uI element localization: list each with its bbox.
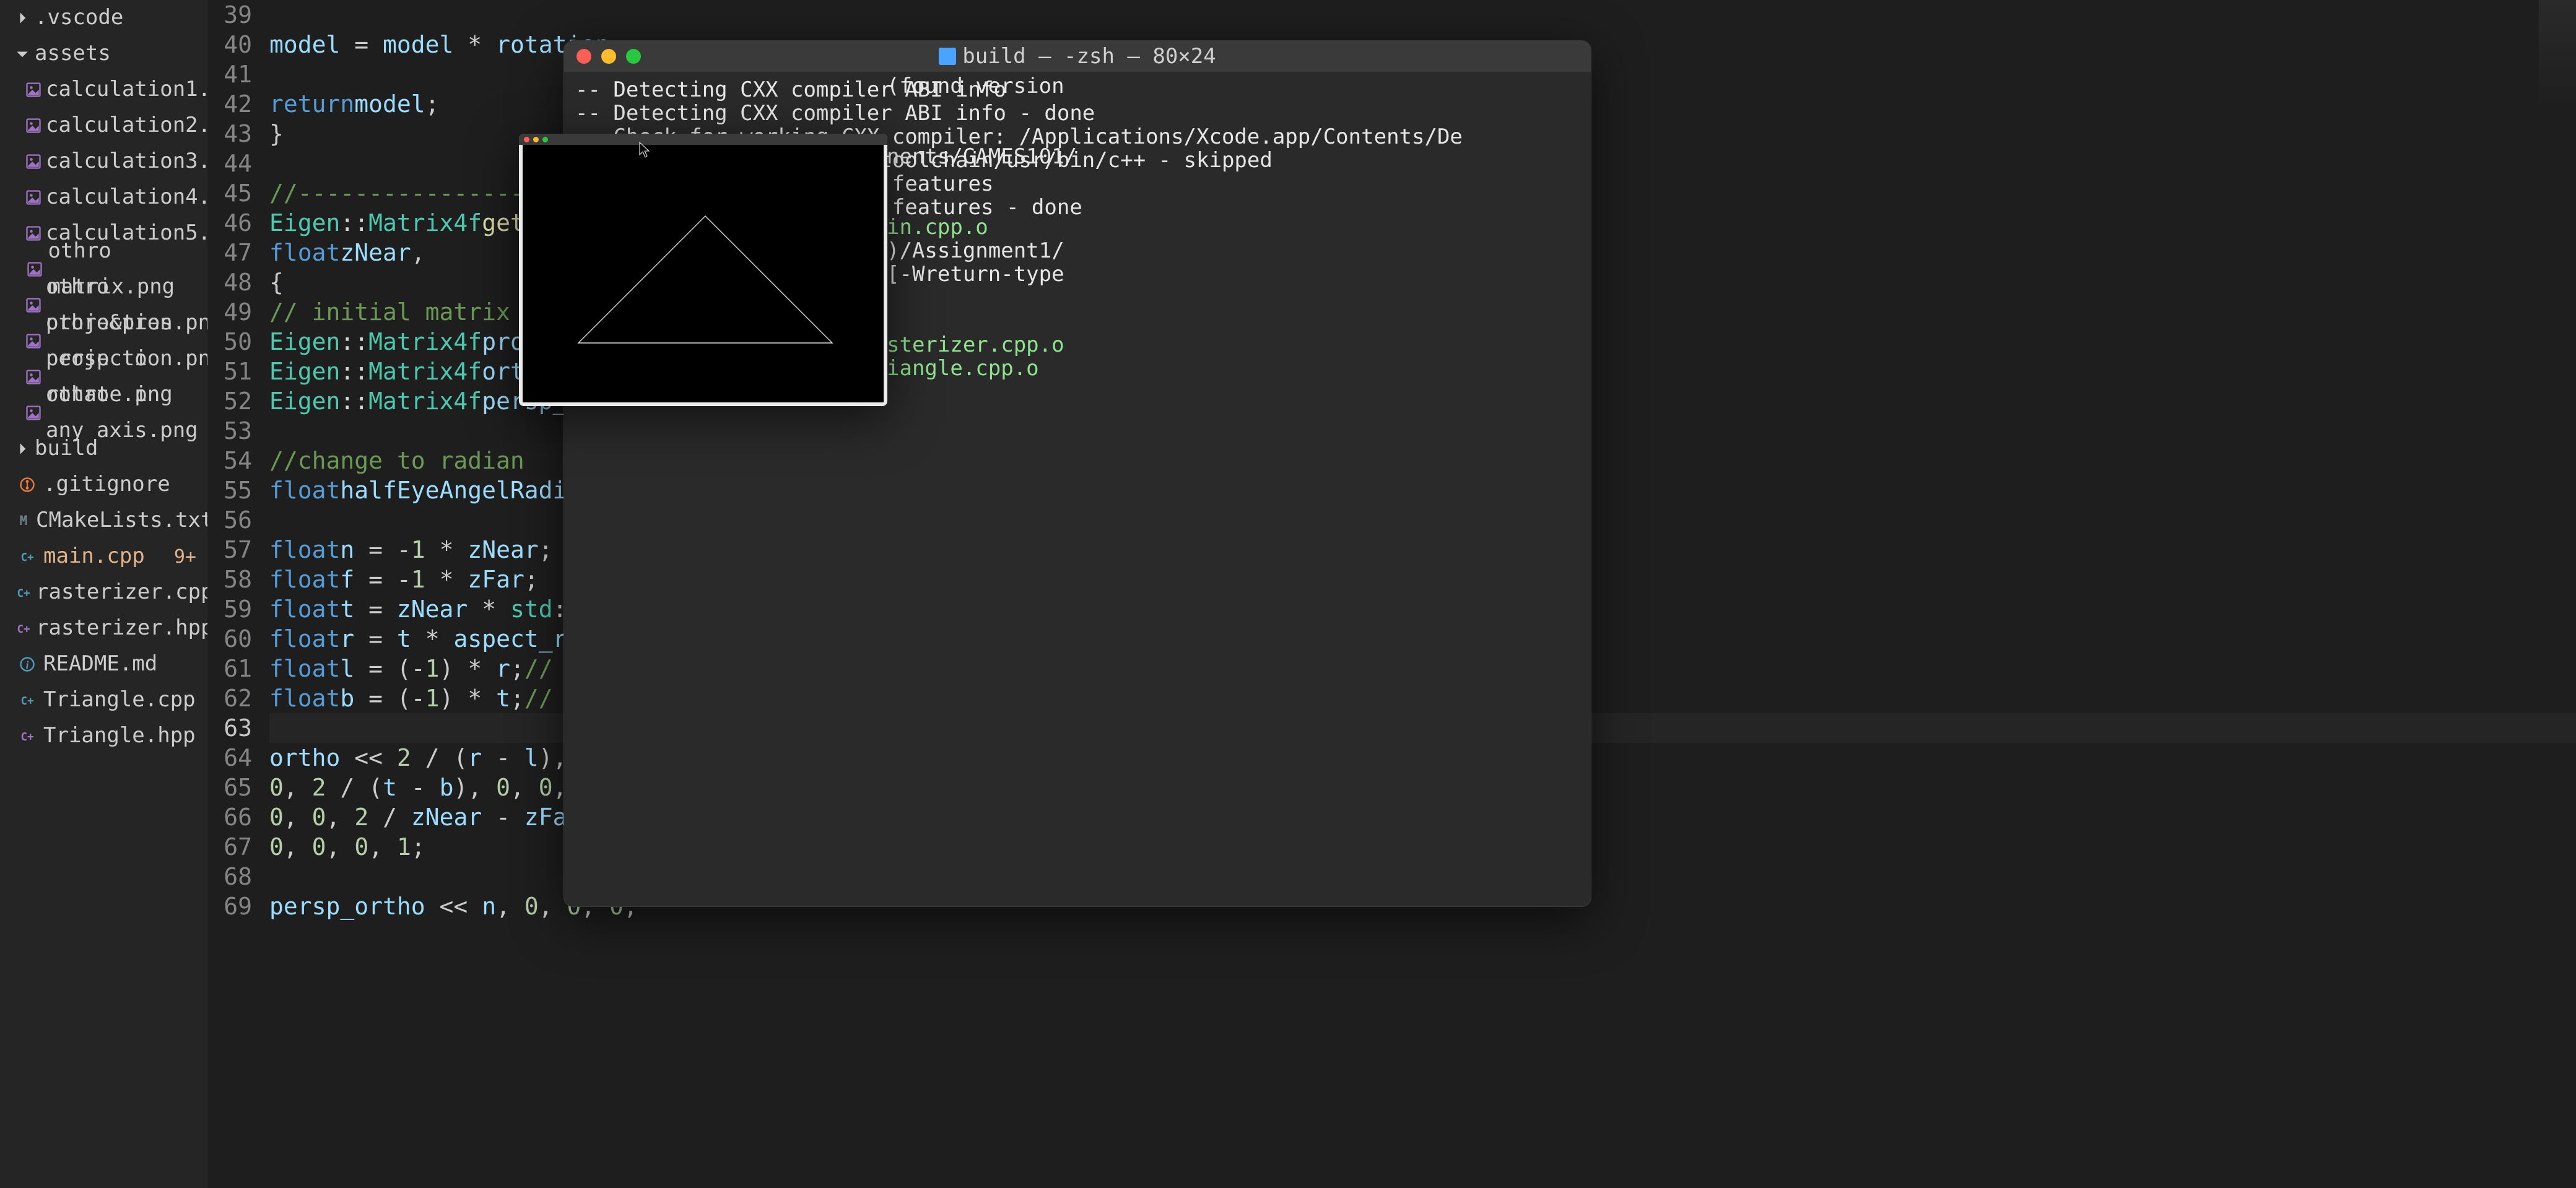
zoom-icon[interactable] <box>626 49 641 64</box>
git-icon <box>15 476 40 493</box>
file-item[interactable]: calculation3.png <box>0 144 207 180</box>
hpp-icon: C+ <box>15 727 40 745</box>
chevron-down-icon <box>10 45 35 63</box>
svg-text:C+: C+ <box>17 587 30 600</box>
image-icon <box>25 368 42 386</box>
terminal-title-text: build — -zsh — 80×24 <box>962 44 1216 69</box>
image-icon <box>25 81 42 98</box>
image-icon <box>25 225 42 242</box>
image-icon <box>25 404 42 422</box>
problems-badge: 9+ <box>174 541 196 573</box>
window-controls <box>577 49 641 64</box>
file-label: CMakeLists.txt <box>36 503 214 539</box>
window-controls <box>524 137 548 142</box>
file-item[interactable]: calculation2.png <box>0 108 207 144</box>
folder-build[interactable]: build <box>0 431 207 467</box>
file-label: rasterizer.cpp <box>36 574 214 610</box>
image-icon <box>25 117 42 134</box>
svg-text:C+: C+ <box>20 731 33 744</box>
file-label: .gitignore <box>43 467 170 503</box>
folder-assets[interactable]: assets <box>0 36 207 72</box>
svg-text:C+: C+ <box>17 623 30 636</box>
render-titlebar[interactable] <box>519 134 887 145</box>
minimap[interactable] <box>2539 0 2576 111</box>
image-icon <box>25 261 44 278</box>
svg-text:i: i <box>26 659 29 671</box>
svg-text:C+: C+ <box>20 552 33 564</box>
folder-label: build <box>35 431 98 467</box>
file-item[interactable]: calculation1.png <box>0 72 207 108</box>
file-item[interactable]: C+ Triangle.hpp <box>0 718 207 754</box>
file-item[interactable]: i README.md <box>0 646 207 682</box>
render-window[interactable] <box>519 134 887 406</box>
minimize-icon[interactable] <box>533 137 539 142</box>
chevron-right-icon <box>10 440 35 457</box>
file-label: Triangle.hpp <box>43 718 196 754</box>
terminal-title: build — -zsh — 80×24 <box>939 44 1216 69</box>
cpp-icon: C+ <box>15 548 40 565</box>
file-explorer: .vscode assets calculation1.png calculat… <box>0 0 207 1188</box>
file-label: main.cpp <box>43 539 145 574</box>
image-icon <box>25 332 42 350</box>
makefile-icon: M <box>15 512 32 529</box>
file-item[interactable]: C+ rasterizer.hpp <box>0 610 207 646</box>
image-icon <box>25 153 42 170</box>
svg-text:C+: C+ <box>20 695 33 708</box>
file-label: Triangle.cpp <box>43 682 196 718</box>
cpp-icon: C+ <box>15 692 40 709</box>
info-icon: i <box>15 656 40 673</box>
file-item[interactable]: rotate in any axis.png <box>0 395 207 431</box>
file-item[interactable]: calculation4.png <box>0 180 207 215</box>
svg-text:M: M <box>20 513 28 528</box>
folder-icon <box>939 48 956 65</box>
close-icon[interactable] <box>577 49 591 64</box>
hpp-icon: C+ <box>15 620 32 637</box>
folder-label: .vscode <box>35 0 123 36</box>
render-canvas <box>523 145 884 402</box>
file-label: rasterizer.hpp <box>36 610 214 646</box>
close-icon[interactable] <box>524 137 529 142</box>
terminal-titlebar[interactable]: build — -zsh — 80×24 <box>564 41 1591 72</box>
terminal-overflow-output: (found version nents/GAMES101/ in.cpp.o)… <box>887 74 1605 380</box>
file-item[interactable]: M CMakeLists.txt <box>0 503 207 539</box>
chevron-right-icon <box>10 9 35 27</box>
cpp-icon: C+ <box>15 584 32 601</box>
folder-label: assets <box>35 36 111 72</box>
line-number-gutter: 3940414243444546474849505152535455565758… <box>207 0 269 1188</box>
file-item[interactable]: C+ rasterizer.cpp <box>0 574 207 610</box>
file-item[interactable]: C+ main.cpp 9+ <box>0 539 207 574</box>
file-item[interactable]: .gitignore <box>0 467 207 503</box>
file-item[interactable]: C+ Triangle.cpp <box>0 682 207 718</box>
minimize-icon[interactable] <box>601 49 616 64</box>
image-icon <box>25 189 42 206</box>
zoom-icon[interactable] <box>542 137 548 142</box>
folder-vscode[interactable]: .vscode <box>0 0 207 36</box>
image-icon <box>25 297 42 314</box>
file-label: README.md <box>43 646 157 682</box>
